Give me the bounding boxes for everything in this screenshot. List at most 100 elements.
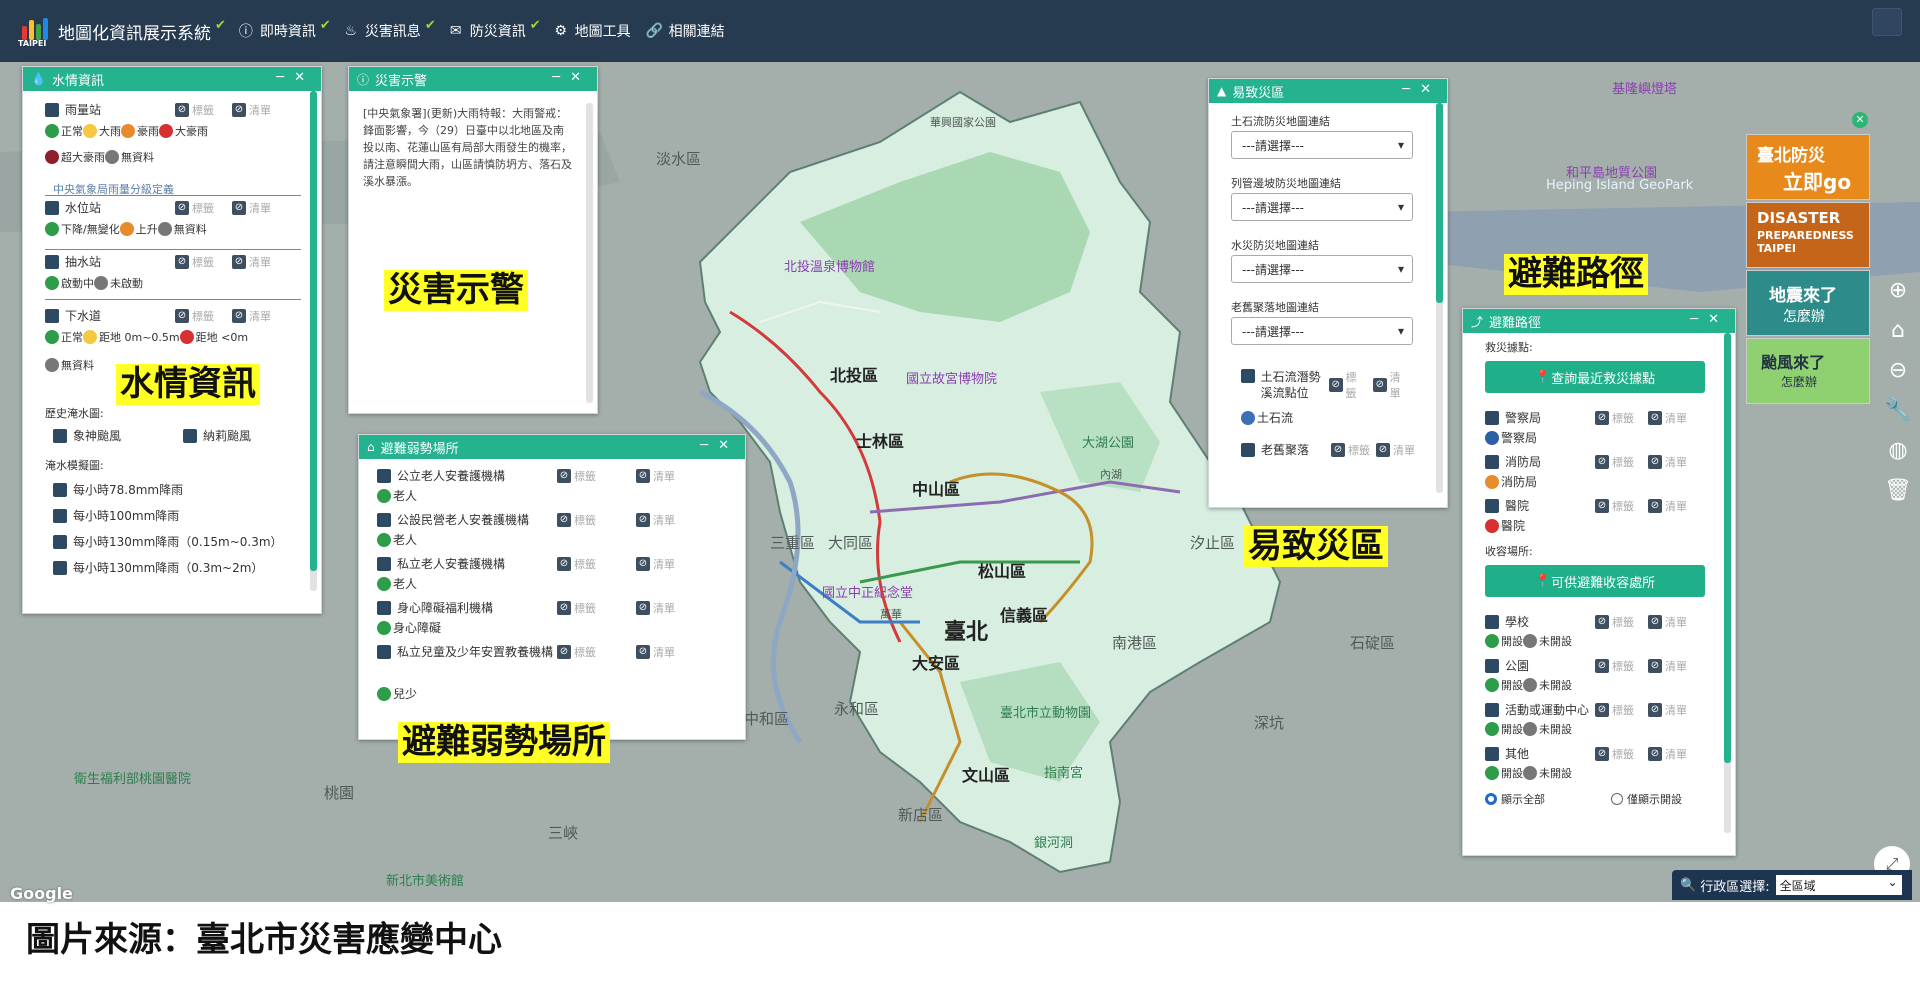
checkbox[interactable] (1485, 454, 1499, 469)
list-toggle[interactable]: ⊘ 清單 (1372, 369, 1411, 401)
show-open-radio[interactable]: 僅顯示開設 (1611, 791, 1682, 807)
menu-prevention-info[interactable]: ✉ 防災資訊 (446, 21, 526, 41)
checkbox[interactable] (377, 644, 391, 659)
user-button[interactable] (1872, 8, 1902, 36)
shelter-row[interactable]: 學校 ⊘ 標籤 ⊘ 清單 (1485, 613, 1687, 630)
ad-banner-preparedness[interactable]: DISASTER PREPAREDNESS TAIPEI (1746, 202, 1870, 268)
shelter-button[interactable]: 📍 可供避難收容處所 (1485, 565, 1705, 597)
vulnerable-item[interactable]: 公立老人安養護機構 ⊘ 標籤 ⊘ 清單 (377, 467, 675, 484)
checkbox[interactable] (45, 308, 59, 323)
list-toggle[interactable]: ⊘ 清單 (232, 308, 271, 324)
tag-toggle[interactable]: ⊘ 標籤 (557, 644, 596, 660)
list-toggle[interactable]: ⊘ 清單 (636, 512, 675, 528)
panel-window-controls[interactable]: ─✕ (552, 70, 591, 85)
checkbox[interactable] (53, 508, 67, 523)
vulnerable-item[interactable]: 公設民營老人安養護機構 ⊘ 標籤 ⊘ 清單 (377, 511, 675, 528)
checkbox[interactable] (1485, 746, 1499, 761)
checkbox[interactable] (183, 428, 197, 443)
checkbox[interactable] (53, 560, 67, 575)
wrench-icon[interactable]: 🔧 (1884, 396, 1912, 424)
show-all-radio[interactable]: 顯示全部 (1485, 791, 1545, 807)
trash-icon[interactable]: 🗑 (1884, 476, 1912, 504)
pump-station-row[interactable]: 抽水站 ⊘ 標籤 ⊘ 清單 (45, 253, 271, 270)
panel-window-controls[interactable]: ─✕ (700, 438, 739, 453)
checkbox[interactable] (377, 600, 391, 615)
checkbox[interactable] (45, 102, 59, 117)
sim-row-1[interactable]: 每小時78.8mm降雨 (53, 481, 183, 498)
ad-banner-taipei-disaster[interactable]: 臺北防災 立即go (1746, 134, 1870, 200)
panel-window-controls[interactable]: ─✕ (276, 70, 315, 85)
checkbox[interactable] (1485, 658, 1499, 673)
tag-toggle[interactable]: ⊘ 標籤 (557, 600, 596, 616)
checkbox[interactable] (45, 254, 59, 269)
shelter-row[interactable]: 活動或運動中心 ⊘ 標籤 ⊘ 清單 (1485, 701, 1687, 718)
list-toggle[interactable]: ⊘ 清單 (1648, 498, 1687, 514)
slope-map-select[interactable]: ---請選擇--- (1231, 193, 1413, 221)
list-toggle[interactable]: ⊘ 清單 (636, 556, 675, 572)
shelter-row[interactable]: 其他 ⊘ 標籤 ⊘ 清單 (1485, 745, 1687, 762)
sim-row-4[interactable]: 每小時130mm降雨（0.3m~2m） (53, 559, 263, 576)
old-settlement-row[interactable]: 老舊聚落 ⊘ 標籤 ⊘ 清單 (1241, 441, 1415, 458)
hospital-row[interactable]: 醫院 ⊘ 標籤 ⊘ 清單 (1485, 497, 1687, 514)
menu-related-links[interactable]: 🔗 相關連結 (645, 21, 725, 41)
checkbox[interactable] (1241, 442, 1255, 457)
vulnerable-item[interactable]: 身心障礙福利機構 ⊘ 標籤 ⊘ 清單 (377, 599, 675, 616)
tag-toggle[interactable]: ⊘ 標籤 (1595, 614, 1634, 630)
rain-station-row[interactable]: 雨量站 ⊘ 標籤 ⊘ 清單 (45, 101, 271, 118)
list-toggle[interactable]: ⊘ 清單 (1648, 702, 1687, 718)
police-row[interactable]: 警察局 ⊘ 標籤 ⊘ 清單 (1485, 409, 1687, 426)
fire-row[interactable]: 消防局 ⊘ 標籤 ⊘ 清單 (1485, 453, 1687, 470)
scrollbar[interactable] (1436, 103, 1443, 303)
panel-window-controls[interactable]: ─✕ (1690, 312, 1729, 327)
tag-toggle[interactable]: ⊘ 標籤 (557, 468, 596, 484)
list-toggle[interactable]: ⊘ 清單 (232, 254, 271, 270)
checkbox[interactable] (1485, 614, 1499, 629)
list-toggle[interactable]: ⊘ 清單 (1648, 658, 1687, 674)
tag-toggle[interactable]: ⊘ 標籤 (175, 308, 214, 324)
home-icon[interactable]: ⌂ (1884, 316, 1912, 344)
zoom-in-icon[interactable]: ⊕ (1884, 276, 1912, 304)
tag-toggle[interactable]: ⊘ 標籤 (1328, 369, 1367, 401)
tag-toggle[interactable]: ⊘ 標籤 (1595, 410, 1634, 426)
nearest-rescue-button[interactable]: 📍 查詢最近救災據點 (1485, 361, 1705, 393)
water-level-row[interactable]: 水位站 ⊘ 標籤 ⊘ 清單 (45, 199, 271, 216)
tag-toggle[interactable]: ⊘ 標籤 (1331, 442, 1370, 458)
tag-toggle[interactable]: ⊘ 標籤 (1595, 702, 1634, 718)
checkbox[interactable] (377, 512, 391, 527)
sewer-row[interactable]: 下水道 ⊘ 標籤 ⊘ 清單 (45, 307, 271, 324)
list-toggle[interactable]: ⊘ 清單 (636, 468, 675, 484)
list-toggle[interactable]: ⊘ 清單 (1648, 454, 1687, 470)
debris-map-select[interactable]: ---請選擇--- (1231, 131, 1413, 159)
tag-toggle[interactable]: ⊘ 標籤 (557, 556, 596, 572)
tag-toggle[interactable]: ⊘ 標籤 (175, 200, 214, 216)
checkbox[interactable] (377, 468, 391, 483)
checkbox[interactable] (377, 556, 391, 571)
list-toggle[interactable]: ⊘ 清單 (232, 102, 271, 118)
scrollbar[interactable] (1724, 333, 1731, 763)
debris-row[interactable]: 土石流潛勢溪流點位 ⊘ 標籤 ⊘ 清單 (1241, 369, 1411, 401)
checkbox[interactable] (53, 534, 67, 549)
checkbox[interactable] (1485, 702, 1499, 717)
tag-toggle[interactable]: ⊘ 標籤 (175, 102, 214, 118)
checkbox[interactable] (53, 428, 67, 443)
checkbox[interactable] (45, 200, 59, 215)
sim-row-3[interactable]: 每小時130mm降雨（0.15m~0.3m） (53, 533, 283, 550)
checkbox[interactable] (53, 482, 67, 497)
ad-banner-typhoon[interactable]: 颱風來了 怎麼辦 (1746, 338, 1870, 404)
menu-map-tools[interactable]: ⚙ 地圖工具 (551, 21, 630, 41)
sim-row-2[interactable]: 每小時100mm降雨 (53, 507, 179, 524)
district-select[interactable]: 全區域 (1775, 875, 1902, 895)
tag-toggle[interactable]: ⊘ 標籤 (1595, 498, 1634, 514)
old-settlement-map-select[interactable]: ---請選擇--- (1231, 317, 1413, 345)
checkbox[interactable] (1485, 498, 1499, 513)
list-toggle[interactable]: ⊘ 清單 (232, 200, 271, 216)
ad-banner-earthquake[interactable]: 地震來了 怎麼辦 (1746, 270, 1870, 336)
checkbox[interactable] (1241, 369, 1255, 383)
tag-toggle[interactable]: ⊘ 標籤 (1595, 658, 1634, 674)
tag-toggle[interactable]: ⊘ 標籤 (557, 512, 596, 528)
panel-window-controls[interactable]: ─✕ (1402, 82, 1441, 97)
tag-toggle[interactable]: ⊘ 標籤 (1595, 746, 1634, 762)
tag-toggle[interactable]: ⊘ 標籤 (1595, 454, 1634, 470)
list-toggle[interactable]: ⊘ 清單 (1648, 746, 1687, 762)
vulnerable-item[interactable]: 私立老人安養護機構 ⊘ 標籤 ⊘ 清單 (377, 555, 675, 572)
